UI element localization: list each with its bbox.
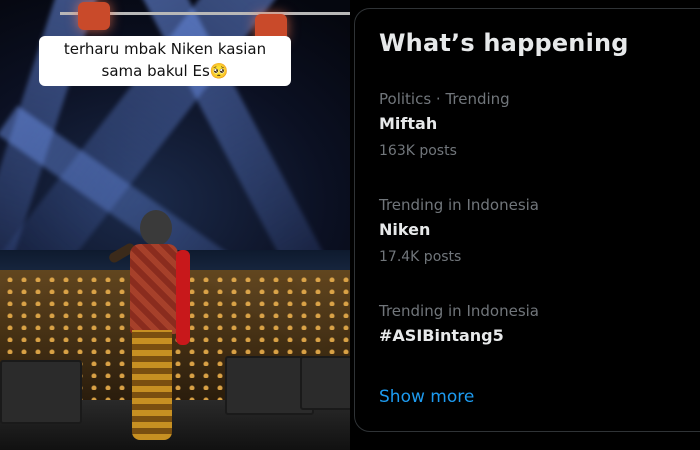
show-more-link[interactable]: Show more bbox=[379, 387, 474, 407]
trend-context: Trending in Indonesia bbox=[379, 196, 539, 214]
whats-happening-panel: What’s happening Politics · Trending Mif… bbox=[354, 8, 700, 432]
stage-spotlight bbox=[78, 2, 110, 30]
performer-head bbox=[140, 210, 172, 246]
performer bbox=[107, 210, 190, 450]
video-caption: terharu mbak Niken kasian sama bakul Es🥺 bbox=[39, 36, 291, 86]
trend-name: Miftah bbox=[379, 114, 438, 133]
trend-post-count: 17.4K posts bbox=[379, 249, 462, 265]
trend-context: Politics · Trending bbox=[379, 90, 510, 108]
trend-name: #ASIBintang5 bbox=[379, 326, 504, 345]
stage-speaker bbox=[0, 360, 82, 424]
trend-item[interactable]: Trending in Indonesia Niken 17.4K posts bbox=[379, 195, 699, 267]
panel-title: What’s happening bbox=[379, 29, 629, 57]
performer-skirt bbox=[132, 330, 172, 440]
trend-item[interactable]: Trending in Indonesia #ASIBintang5 bbox=[379, 301, 699, 347]
trend-context: Trending in Indonesia bbox=[379, 302, 539, 320]
concert-video-frame: terharu mbak Niken kasian sama bakul Es🥺 bbox=[0, 0, 350, 450]
performer-scarf bbox=[176, 250, 190, 345]
performer-top bbox=[130, 244, 178, 334]
trend-name: Niken bbox=[379, 220, 431, 239]
trend-post-count: 163K posts bbox=[379, 143, 457, 159]
trend-item[interactable]: Politics · Trending Miftah 163K posts bbox=[379, 89, 699, 161]
stage-speaker bbox=[300, 356, 350, 410]
